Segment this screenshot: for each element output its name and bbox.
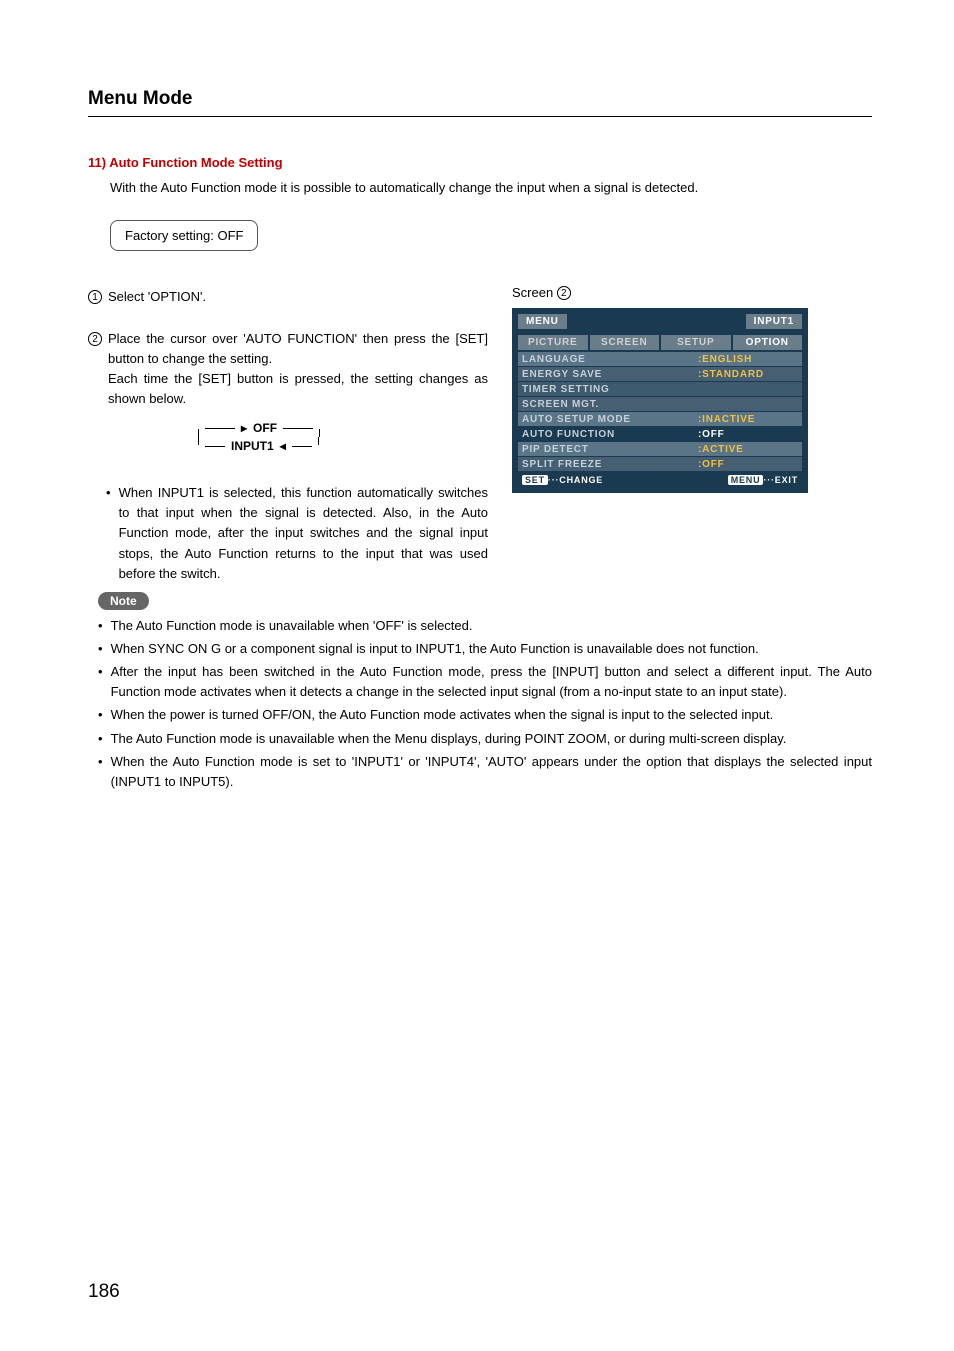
note-badge: Note bbox=[98, 592, 149, 610]
osd-header-left: MENU bbox=[518, 314, 567, 329]
osd-row-label: AUTO SETUP MODE bbox=[522, 414, 698, 425]
step-2-text-a: Place the cursor over 'AUTO FUNCTION' th… bbox=[108, 331, 488, 366]
screen-label-prefix: Screen bbox=[512, 285, 553, 300]
toggle-diagram: ▸ OFF INPUT1 ◂ bbox=[198, 419, 488, 455]
arrow-right-icon: ▸ bbox=[241, 419, 247, 438]
osd-row-label: ENERGY SAVE bbox=[522, 369, 698, 380]
osd-row: SCREEN MGT. bbox=[518, 397, 802, 411]
osd-row-label: LANGUAGE bbox=[522, 354, 698, 365]
bullet-dot-icon: • bbox=[98, 705, 103, 725]
osd-row-value: :STANDARD bbox=[698, 369, 798, 380]
note-item: •After the input has been switched in th… bbox=[98, 662, 872, 702]
osd-row: AUTO FUNCTION:OFF bbox=[518, 427, 802, 441]
osd-row: TIMER SETTING bbox=[518, 382, 802, 396]
note-item: • When the power is turned OFF/ON, the Au… bbox=[98, 705, 872, 725]
osd-row: LANGUAGE:ENGLISH bbox=[518, 352, 802, 366]
note-text: The Auto Function mode is unavailable wh… bbox=[111, 616, 872, 636]
osd-key-menu: MENU bbox=[728, 475, 764, 485]
osd-row-value: :INACTIVE bbox=[698, 414, 798, 425]
screen-label: Screen 2 bbox=[512, 285, 872, 301]
circled-2-icon: 2 bbox=[88, 332, 102, 346]
circled-1-icon: 1 bbox=[88, 290, 102, 304]
osd-row-value bbox=[698, 384, 798, 395]
bullet-dot-icon: • bbox=[98, 752, 103, 792]
notes-list: • The Auto Function mode is unavailable w… bbox=[98, 616, 872, 792]
page-number: 186 bbox=[88, 1281, 120, 1303]
note-text: When SYNC ON G or a component signal is … bbox=[111, 639, 872, 659]
note-item: • The Auto Function mode is unavailable w… bbox=[98, 616, 872, 636]
osd-row-value: :OFF bbox=[698, 429, 798, 440]
note-item: • When SYNC ON G or a component signal is… bbox=[98, 639, 872, 659]
osd-header-right: INPUT1 bbox=[746, 314, 802, 329]
bullet-dot-icon: • bbox=[106, 483, 111, 584]
section-title: Auto Function Mode Setting bbox=[109, 155, 282, 170]
section-intro: With the Auto Function mode it is possib… bbox=[110, 178, 872, 198]
step-bullet: • When INPUT1 is selected, this function… bbox=[106, 483, 488, 584]
osd-row-value: :ACTIVE bbox=[698, 444, 798, 455]
osd-row: AUTO SETUP MODE:INACTIVE bbox=[518, 412, 802, 426]
osd-row-value: :OFF bbox=[698, 459, 798, 470]
osd-row-value bbox=[698, 399, 798, 410]
osd-key-set: SET bbox=[522, 475, 548, 485]
step-1-text: Select 'OPTION'. bbox=[108, 287, 488, 307]
osd-row: ENERGY SAVE:STANDARD bbox=[518, 367, 802, 381]
osd-row: PIP DETECT:ACTIVE bbox=[518, 442, 802, 456]
osd-menu: MENU INPUT1 PICTURE SCREEN SETUP OPTION … bbox=[512, 308, 808, 493]
step-2-text-b: Each time the [SET] button is pressed, t… bbox=[108, 371, 488, 406]
step-1: 1 Select 'OPTION'. bbox=[88, 287, 488, 307]
note-text: When the Auto Function mode is set to 'I… bbox=[111, 752, 872, 792]
toggle-off-label: OFF bbox=[253, 419, 277, 438]
osd-footer: SET···CHANGE MENU···EXIT bbox=[518, 473, 802, 487]
factory-setting-box: Factory setting: OFF bbox=[110, 220, 258, 251]
step-bullet-text: When INPUT1 is selected, this function a… bbox=[119, 483, 488, 584]
bullet-dot-icon: • bbox=[98, 729, 103, 749]
osd-row-label: SCREEN MGT. bbox=[522, 399, 698, 410]
note-text: When the power is turned OFF/ON, the Aut… bbox=[111, 705, 872, 725]
osd-tab-option: OPTION bbox=[733, 335, 803, 350]
osd-tab-screen: SCREEN bbox=[590, 335, 660, 350]
osd-row-label: TIMER SETTING bbox=[522, 384, 698, 395]
osd-tabs: PICTURE SCREEN SETUP OPTION bbox=[518, 335, 802, 350]
osd-row-label: AUTO FUNCTION bbox=[522, 429, 698, 440]
osd-footer-left-text: ···CHANGE bbox=[548, 475, 603, 485]
note-text: The Auto Function mode is unavailable wh… bbox=[111, 729, 872, 749]
bullet-dot-icon: • bbox=[98, 639, 103, 659]
osd-tab-setup: SETUP bbox=[661, 335, 731, 350]
osd-footer-right-text: ···EXIT bbox=[763, 475, 798, 485]
step-2: 2 Place the cursor over 'AUTO FUNCTION' … bbox=[88, 329, 488, 468]
toggle-input1-label: INPUT1 bbox=[231, 437, 274, 456]
right-column: Screen 2 MENU INPUT1 PICTURE SCREEN SETU… bbox=[512, 287, 872, 588]
note-text: After the input has been switched in the… bbox=[111, 662, 872, 702]
bullet-dot-icon: • bbox=[98, 616, 103, 636]
osd-row-label: PIP DETECT bbox=[522, 444, 698, 455]
note-item: • The Auto Function mode is unavailable w… bbox=[98, 729, 872, 749]
note-item: •When the Auto Function mode is set to '… bbox=[98, 752, 872, 792]
osd-tab-picture: PICTURE bbox=[518, 335, 588, 350]
page-title: Menu Mode bbox=[88, 88, 872, 117]
section-heading: 11) Auto Function Mode Setting bbox=[88, 155, 872, 170]
circled-screen-2-icon: 2 bbox=[557, 286, 571, 300]
section-number: 11) bbox=[88, 155, 106, 170]
arrow-left-icon: ◂ bbox=[280, 437, 286, 456]
osd-row-label: SPLIT FREEZE bbox=[522, 459, 698, 470]
osd-row: SPLIT FREEZE:OFF bbox=[518, 457, 802, 471]
left-column: 1 Select 'OPTION'. 2 Place the cursor ov… bbox=[88, 287, 488, 588]
bullet-dot-icon: • bbox=[98, 662, 103, 702]
osd-row-value: :ENGLISH bbox=[698, 354, 798, 365]
